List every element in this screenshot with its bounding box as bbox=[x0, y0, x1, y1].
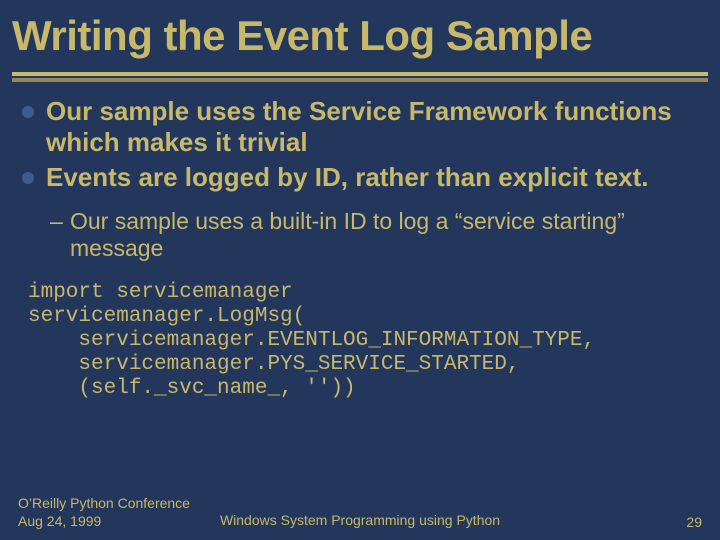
sub-bullet-text: Our sample uses a built-in ID to log a “… bbox=[70, 208, 625, 262]
bullet-item: Events are logged by ID, rather than exp… bbox=[22, 162, 698, 193]
bullet-list: Our sample uses the Service Framework fu… bbox=[22, 96, 698, 194]
bullet-item: Our sample uses the Service Framework fu… bbox=[22, 96, 698, 158]
bullet-dot-icon bbox=[22, 106, 34, 118]
slide-body: Our sample uses the Service Framework fu… bbox=[0, 82, 720, 401]
footer-page-number: 29 bbox=[686, 514, 702, 530]
slide-title: Writing the Event Log Sample bbox=[12, 14, 708, 58]
footer-date: Aug 24, 1999 bbox=[18, 513, 190, 531]
slide-footer: O’Reilly Python Conference Aug 24, 1999 … bbox=[0, 495, 720, 530]
footer-center: Windows System Programming using Python bbox=[220, 512, 500, 528]
footer-conference: O’Reilly Python Conference bbox=[18, 495, 190, 513]
dash-icon: – bbox=[50, 208, 63, 236]
title-underline bbox=[0, 72, 720, 82]
bullet-text: Events are logged by ID, rather than exp… bbox=[46, 162, 649, 192]
sub-bullet-list: – Our sample uses a built-in ID to log a… bbox=[50, 208, 698, 263]
sub-bullet-item: – Our sample uses a built-in ID to log a… bbox=[50, 208, 698, 263]
bullet-text: Our sample uses the Service Framework fu… bbox=[46, 96, 672, 157]
bullet-dot-icon bbox=[22, 172, 34, 184]
code-block: import servicemanager servicemanager.Log… bbox=[28, 281, 698, 402]
footer-left: O’Reilly Python Conference Aug 24, 1999 bbox=[18, 495, 190, 530]
